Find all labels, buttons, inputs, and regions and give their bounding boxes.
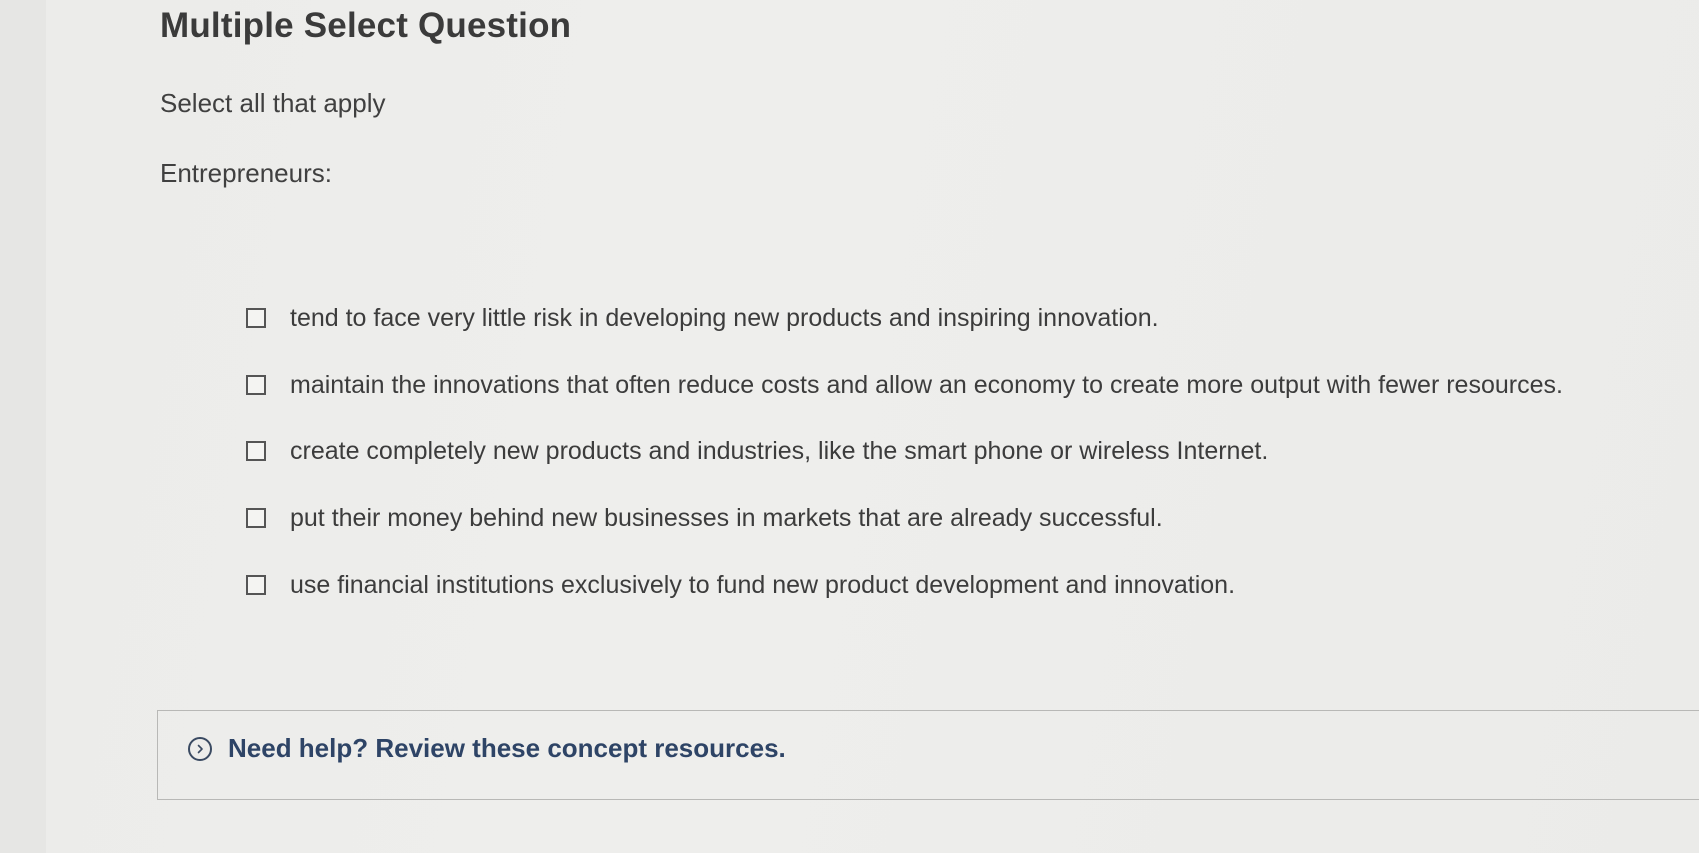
option-3[interactable]: create completely new products and indus… [246, 433, 1268, 469]
question-instruction: Select all that apply [160, 88, 386, 118]
option-5-label: use financial institutions exclusively t… [290, 570, 1236, 599]
chevron-right-circle-icon[interactable] [188, 736, 212, 761]
option-2[interactable]: maintain the innovations that often redu… [246, 367, 1563, 403]
option-4-checkbox[interactable] [246, 508, 266, 528]
option-1[interactable]: tend to face very little risk in develop… [246, 300, 1159, 336]
help-resources-label[interactable]: Need help? Review these concept resource… [228, 733, 786, 764]
question-type-title: Multiple Select Question [160, 6, 572, 45]
question-page: Multiple Select Question Select all that… [46, 0, 1699, 853]
option-4-label: put their money behind new businesses in… [290, 503, 1163, 532]
option-1-checkbox[interactable] [246, 308, 266, 328]
option-5-checkbox[interactable] [246, 575, 266, 595]
help-resources-link[interactable]: Need help? Review these concept resource… [188, 733, 786, 764]
help-resources-panel: Need help? Review these concept resource… [157, 710, 1699, 800]
option-2-label: maintain the innovations that often redu… [290, 370, 1563, 399]
option-1-label: tend to face very little risk in develop… [290, 303, 1159, 332]
question-stem: Entrepreneurs: [160, 158, 332, 188]
option-4[interactable]: put their money behind new businesses in… [246, 500, 1163, 536]
option-2-checkbox[interactable] [246, 375, 266, 395]
option-5[interactable]: use financial institutions exclusively t… [246, 567, 1235, 603]
option-3-label: create completely new products and indus… [290, 436, 1269, 465]
option-3-checkbox[interactable] [246, 441, 266, 461]
